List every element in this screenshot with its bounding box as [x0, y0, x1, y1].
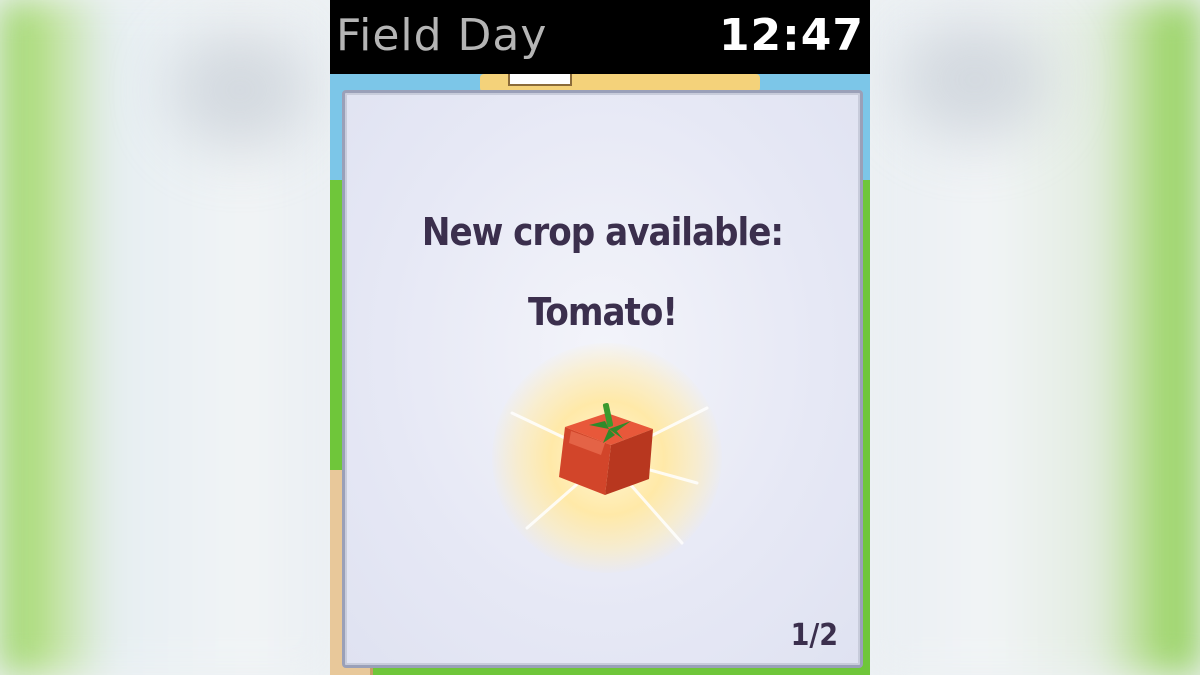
game-scene-window — [508, 74, 572, 86]
app-title: Field Day — [336, 10, 548, 61]
new-crop-card[interactable]: New crop available: Tomato! 1/2 — [342, 90, 863, 668]
watch-screen: Field Day 12:47 New crop available: Toma… — [330, 0, 870, 675]
card-title-line2: Tomato! — [528, 290, 678, 334]
card-title-line1: New crop available: — [421, 210, 784, 254]
clock: 12:47 — [718, 10, 864, 61]
status-bar: Field Day 12:47 — [330, 0, 870, 74]
page-indicator: 1/2 — [790, 618, 838, 653]
blurred-background-left — [0, 0, 330, 675]
blurred-background-right — [870, 0, 1200, 675]
tomato-icon — [559, 403, 653, 495]
